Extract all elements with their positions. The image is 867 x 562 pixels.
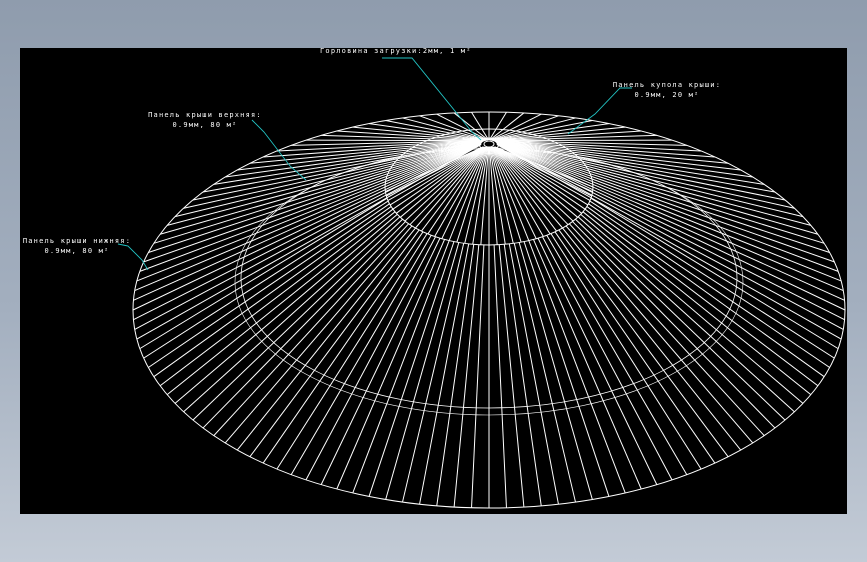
annotation-roof-lower-panel-line2: 0.9мм, 80 м² xyxy=(44,247,110,255)
roof-rib-line xyxy=(508,243,559,505)
roof-rib-line xyxy=(572,221,776,429)
roof-rib-line xyxy=(569,223,765,436)
roof-rib-line xyxy=(498,244,525,508)
annotation-roof-cone-panel: Панель купола крыши: 0.9мм, 20 м² xyxy=(612,80,722,100)
roof-rib-line xyxy=(290,234,432,475)
annotation-throat-line1: Горловина загрузки:2мм, 1 м² xyxy=(320,48,472,55)
roof-rib-line xyxy=(537,237,658,485)
annotation-roof-upper-panel-line1: Панель крыши верхняя: xyxy=(148,111,262,119)
roof-rib-line xyxy=(496,143,844,330)
roof-rib-line xyxy=(134,143,482,330)
roof-rib-line xyxy=(148,142,482,253)
roof-wireframe xyxy=(132,111,846,509)
annotation-roof-cone-panel-line2: 0.9мм, 20 м² xyxy=(634,91,700,99)
roof-rib-line xyxy=(436,244,475,506)
roof-rib-line xyxy=(546,234,688,475)
annotation-roof-cone-panel-line1: Панель купола крыши: xyxy=(612,81,722,89)
annotation-roof-lower-panel-line1: Панель крыши нижняя: xyxy=(22,237,132,245)
roof-rib-line xyxy=(192,218,403,421)
roof-rib-line xyxy=(496,142,830,253)
cad-viewport[interactable]: Горловина загрузки:2мм, 1 м² Панель купо… xyxy=(20,48,847,514)
roof-rib-line xyxy=(496,142,825,244)
roof-rib-line xyxy=(202,221,406,429)
roof-rib-line xyxy=(493,244,507,508)
annotation-roof-lower-panel: Панель крыши нижняя: 0.9мм, 80 м² xyxy=(22,236,132,256)
roof-rib-line xyxy=(419,243,470,505)
roof-rib-line xyxy=(533,239,642,490)
roof-rib-line xyxy=(320,237,441,485)
roof-rib-line xyxy=(575,218,786,421)
roof-rib-line xyxy=(496,142,839,272)
roof-rib-line xyxy=(336,239,445,490)
annotation-roof-upper-panel: Панель крыши верхняя: 0.9мм, 80 м² xyxy=(146,110,264,130)
roof-rib-line xyxy=(471,244,485,508)
roof-rib-line xyxy=(139,142,482,272)
roof-rib-line xyxy=(153,142,482,244)
roof-rib-line xyxy=(503,244,542,506)
throat-ring-inner xyxy=(483,140,495,148)
roof-rib-line xyxy=(453,244,480,508)
annotation-throat: Горловина загрузки:2мм, 1 м² xyxy=(320,48,470,56)
roof-rib-line xyxy=(213,223,409,436)
roof-wireframe-drawing xyxy=(117,57,846,509)
annotation-roof-upper-panel-line2: 0.9мм, 80 м² xyxy=(172,121,238,129)
